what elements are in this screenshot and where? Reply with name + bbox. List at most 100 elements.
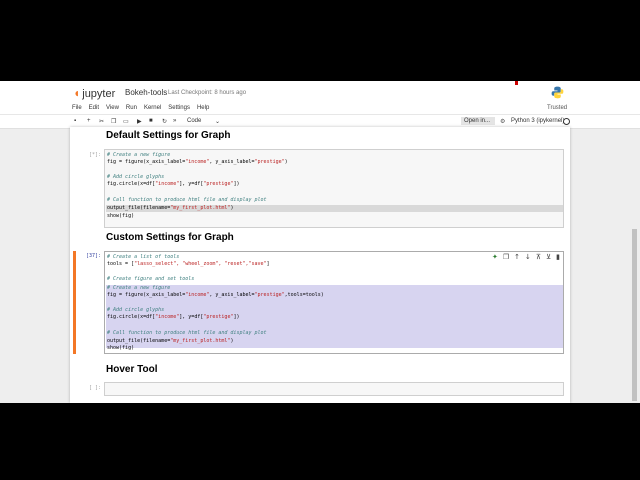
code-line: output_file(filename="my_first_plot.html… <box>107 338 233 345</box>
comment: # Add circle glyphs <box>107 307 165 313</box>
save-icon[interactable]: ▪ <box>74 118 76 124</box>
python-logo-icon <box>551 86 564 99</box>
comment: # Add circle glyphs <box>107 174 165 180</box>
delete-icon[interactable]: ▮ <box>556 253 560 261</box>
sparkle-icon[interactable]: ✦ <box>492 253 498 261</box>
heading-custom-settings: Custom Settings for Graph <box>106 232 234 243</box>
kernel-name[interactable]: Python 3 (ipykernel) <box>511 118 564 124</box>
comment: # Call function to produce html file and… <box>107 197 267 203</box>
code-text: show(fig) <box>107 345 135 351</box>
code-text: ) <box>230 205 234 211</box>
comment: # Create a new figure <box>107 285 171 291</box>
code-cell-2[interactable]: ✦ ❐ ↑ ↓ ⊼ ⊻ ▮ # Create a list of tools tools =… <box>104 251 564 354</box>
string: "income" <box>155 181 180 187</box>
menu-help[interactable]: Help <box>197 105 209 111</box>
heading-hover-tool: Hover Tool <box>106 364 158 375</box>
code-text: ], y=df[ <box>179 181 204 187</box>
comment: # Create figure and set tools <box>107 276 195 282</box>
chevron-down-icon: ⌄ <box>215 119 221 125</box>
duplicate-icon[interactable]: ❐ <box>503 253 509 261</box>
code-line: # Add circle glyphs <box>107 307 164 314</box>
string: "my_first_plot.html" <box>170 205 231 211</box>
notebook-name[interactable]: Bokeh-tools <box>125 88 167 97</box>
scrollbar[interactable] <box>632 229 637 401</box>
code-text: ) <box>284 159 288 165</box>
code-text: output_file(filename= <box>107 205 171 211</box>
code-line: fig = figure(x_axis_label="income", y_ax… <box>107 292 324 299</box>
insert-above-icon[interactable]: ⊼ <box>536 253 541 261</box>
add-cell-icon[interactable]: + <box>87 118 91 124</box>
code-line: # Create a list of tools <box>107 254 179 261</box>
trusted-indicator[interactable]: Trusted <box>547 105 567 111</box>
comment: # Create a new figure <box>107 152 171 158</box>
string: "lasso_select", "wheel_zoom", "reset","s… <box>134 261 267 267</box>
move-down-icon[interactable]: ↓ <box>525 253 531 261</box>
code-line: output_file(filename="my_first_plot.html… <box>107 205 233 212</box>
cut-icon[interactable]: ✂ <box>99 118 104 125</box>
code-text: fig = figure(x_axis_label= <box>107 292 186 298</box>
string: "income" <box>155 314 180 320</box>
jupyter-logo[interactable]: ◖ jupyter <box>73 86 115 100</box>
code-text: ]) <box>233 314 240 320</box>
code-text: show(fig) <box>107 213 135 219</box>
code-line: # Create figure and set tools <box>107 276 194 283</box>
code-line: show(fig) <box>107 345 134 352</box>
jupyter-logo-icon: ◖ <box>73 86 81 100</box>
open-in-label: Open in... <box>464 118 491 124</box>
restart-icon[interactable]: ↻ <box>162 118 167 125</box>
open-in-button[interactable]: Open in... <box>461 117 495 125</box>
insert-below-icon[interactable]: ⊻ <box>546 253 551 261</box>
code-text: ) <box>230 338 234 344</box>
paste-icon[interactable]: ▭ <box>123 118 129 125</box>
code-text: ], y=df[ <box>179 314 204 320</box>
comment: # Call function to produce html file and… <box>107 330 267 336</box>
copy-icon[interactable]: ❐ <box>111 118 116 125</box>
menu-view[interactable]: View <box>106 105 119 111</box>
code-text: output_file(filename= <box>107 338 171 344</box>
cell2-prompt: [37]: <box>85 253 101 259</box>
string: "prestige" <box>254 292 285 298</box>
code-text: , y_axis_label= <box>209 292 255 298</box>
string: "prestige" <box>203 314 234 320</box>
code-line: fig = figure(x_axis_label="income", y_ax… <box>107 159 288 166</box>
code-line: # Add circle glyphs <box>107 174 164 181</box>
cell1-prompt: [*]: <box>88 152 101 158</box>
cell-toolbar: ✦ ❐ ↑ ↓ ⊼ ⊻ ▮ <box>487 253 560 261</box>
logo-text: jupyter <box>82 88 116 100</box>
cell3-prompt: [ ]: <box>88 385 101 391</box>
active-cell-bar <box>73 251 76 354</box>
comment: # Create a list of tools <box>107 254 180 260</box>
menu-settings[interactable]: Settings <box>168 105 190 111</box>
move-up-icon[interactable]: ↑ <box>514 253 520 261</box>
string: "income" <box>185 292 210 298</box>
code-line: # Call function to produce html file and… <box>107 197 267 204</box>
menu-file[interactable]: File <box>72 105 82 111</box>
cell-type-label: Code <box>187 118 202 124</box>
menu-edit[interactable]: Edit <box>89 105 99 111</box>
code-line: show(fig) <box>107 213 134 220</box>
code-text: fig = figure(x_axis_label= <box>107 159 186 165</box>
code-text: ]) <box>233 181 240 187</box>
string: "prestige" <box>203 181 234 187</box>
code-cell-1[interactable]: # Create a new figure fig = figure(x_axi… <box>104 149 564 228</box>
notebook-page: Default Settings for Graph [*]: # Create… <box>70 127 570 403</box>
code-line: fig.circle(x=df["income"], y=df["prestig… <box>107 314 240 321</box>
interrupt-icon[interactable]: ■ <box>149 118 153 124</box>
code-line: # Create a new figure <box>107 285 170 292</box>
run-all-icon[interactable]: » <box>173 118 176 124</box>
header: ◖ jupyter Bokeh-tools Last Checkpoint: 8 … <box>0 81 640 129</box>
recording-indicator <box>515 81 518 85</box>
cell-type-select[interactable]: Code ⌄ <box>182 117 226 125</box>
kernel-settings-icon[interactable]: ⚙ <box>500 118 505 125</box>
code-line: # Create a new figure <box>107 152 170 159</box>
code-line: # Call function to produce html file and… <box>107 330 267 337</box>
code-cell-3[interactable] <box>104 382 564 396</box>
run-icon[interactable]: ▶ <box>137 118 142 125</box>
menu-kernel[interactable]: Kernel <box>144 105 161 111</box>
menu-run[interactable]: Run <box>126 105 137 111</box>
code-line: tools = ["lasso_select", "wheel_zoom", "… <box>107 261 270 268</box>
code-text: fig.circle(x=df[ <box>107 314 156 320</box>
string: "my_first_plot.html" <box>170 338 231 344</box>
code-text: , y_axis_label= <box>209 159 255 165</box>
checkpoint-status: Last Checkpoint: 8 hours ago <box>168 90 247 96</box>
